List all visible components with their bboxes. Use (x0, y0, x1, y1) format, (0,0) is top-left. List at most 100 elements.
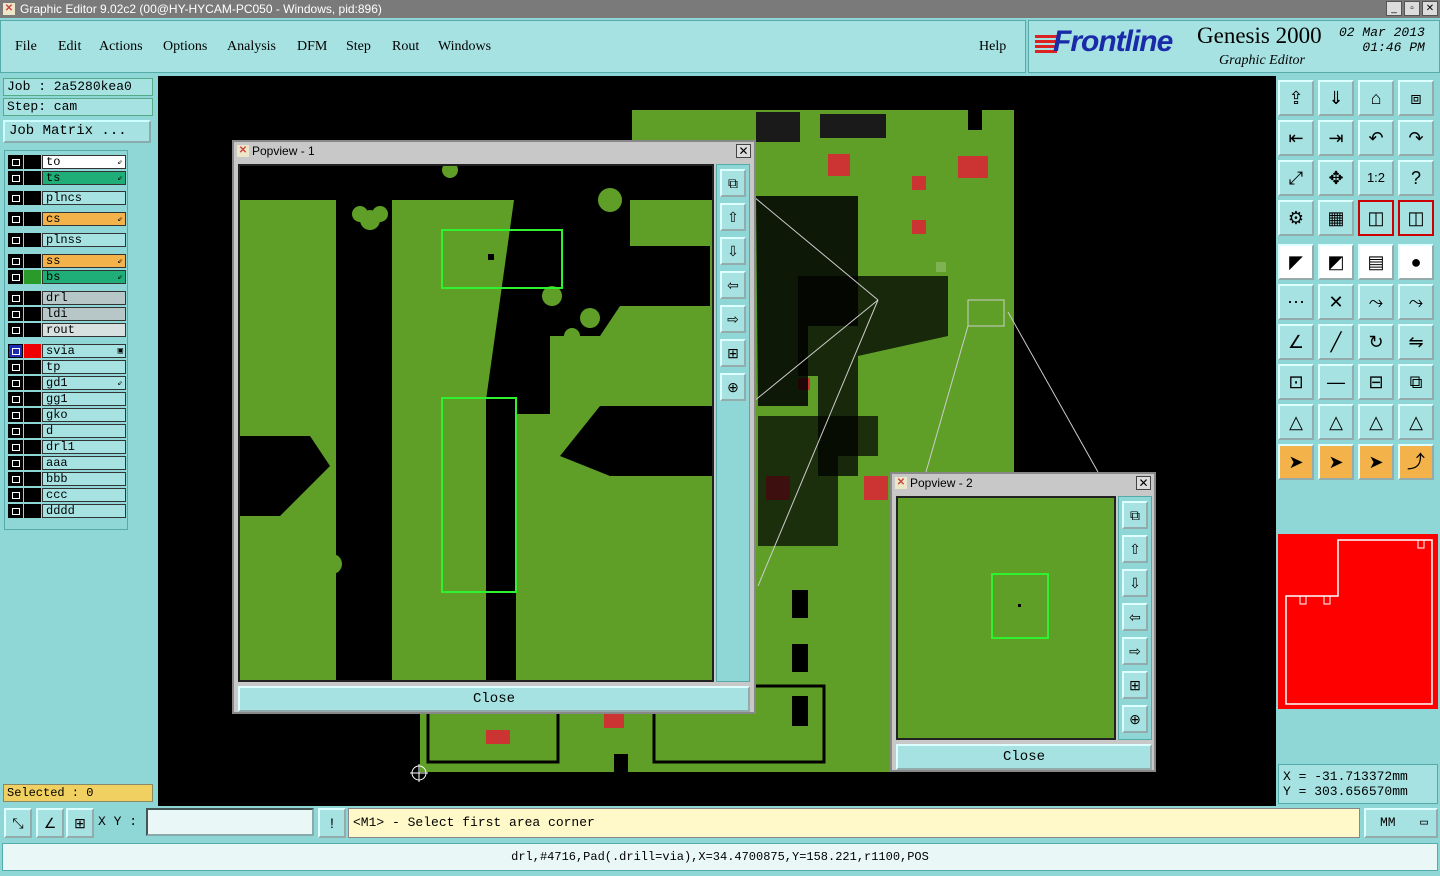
layer-checkbox[interactable] (8, 440, 23, 454)
grid-icon[interactable]: ▦ (1318, 200, 1354, 236)
menu-step[interactable]: Step (346, 39, 371, 55)
popview-zoom-in-icon[interactable]: ⊞ (720, 339, 746, 367)
layer-row-ss[interactable]: ss ⇙ (8, 254, 126, 268)
maximize-button[interactable]: ▫ (1404, 1, 1420, 16)
layer-checkbox[interactable] (8, 270, 23, 284)
grid-snap-icon[interactable]: ⊞ (66, 808, 94, 838)
undo-icon[interactable]: ↶ (1358, 120, 1394, 156)
popview-zoom-out-icon[interactable]: ⊕ (1122, 705, 1148, 733)
popview-pan-right-icon[interactable]: ⇨ (720, 305, 746, 333)
layer-color-swatch[interactable] (24, 155, 41, 169)
popview-pan-up-icon[interactable]: ⇧ (1122, 535, 1148, 563)
layer-row-tp[interactable]: tp (8, 360, 126, 374)
snap-mode-icon[interactable]: ⤡ (4, 808, 32, 838)
layer-color-swatch[interactable] (24, 171, 41, 185)
snap-icon[interactable]: ✕ (1318, 284, 1354, 320)
layer-row-gko[interactable]: gko (8, 408, 126, 422)
layers-icon[interactable]: ◫ (1358, 200, 1394, 236)
minimize-button[interactable]: _ (1386, 1, 1402, 16)
connect-icon[interactable]: ⋯ (1278, 284, 1314, 320)
units-select[interactable]: MM ▭ (1364, 808, 1438, 838)
layer-row-bs[interactable]: bs ⇙ (8, 270, 126, 284)
job-matrix-button[interactable]: Job Matrix ... (3, 120, 151, 143)
add-icon[interactable]: ⤳ (1358, 284, 1394, 320)
layer-checkbox[interactable] (8, 472, 23, 486)
arc-icon[interactable]: ↻ (1358, 324, 1394, 360)
layer-row-svia[interactable]: svia ▣ (8, 344, 126, 358)
layer-checkbox[interactable] (8, 254, 23, 268)
layer-row-plncs[interactable]: plncs (8, 191, 126, 205)
menu-rout[interactable]: Rout (392, 39, 419, 55)
layer-checkbox[interactable] (8, 233, 23, 247)
layer-row-plnss[interactable]: plnss (8, 233, 126, 247)
layer-row-drl[interactable]: drl (8, 291, 126, 305)
layer-color-swatch[interactable] (24, 376, 41, 390)
select-icon[interactable]: ➤ (1278, 444, 1314, 480)
popview-pan-up-icon[interactable]: ⇧ (720, 203, 746, 231)
layer-color-swatch[interactable] (24, 424, 41, 438)
layer-color-swatch[interactable] (24, 504, 41, 518)
layer-color-swatch[interactable] (24, 307, 41, 321)
layer-color-swatch[interactable] (24, 456, 41, 470)
layer-checkbox[interactable] (8, 307, 23, 321)
triangle-alt-icon[interactable]: △ (1318, 404, 1354, 440)
move-icon[interactable]: ⊡ (1278, 364, 1314, 400)
layer-color-swatch[interactable] (24, 254, 41, 268)
layer-row-gd1[interactable]: gd1 ⇙ (8, 376, 126, 390)
layer-row-gg1[interactable]: gg1 (8, 392, 126, 406)
flip-icon[interactable]: ⇋ (1398, 324, 1434, 360)
layer-checkbox[interactable] (8, 392, 23, 406)
layer-row-ldi[interactable]: ldi (8, 307, 126, 321)
measure-icon[interactable]: ⚙ (1278, 200, 1314, 236)
help-icon[interactable]: ? (1398, 160, 1434, 196)
add-alt-icon[interactable]: ⤳ (1398, 284, 1434, 320)
popview-2-close-button[interactable]: Close (896, 744, 1152, 770)
layer-checkbox[interactable] (8, 360, 23, 374)
layer-color-swatch[interactable] (24, 291, 41, 305)
angle-mode-icon[interactable]: ∠ (36, 808, 64, 838)
menu-actions[interactable]: Actions (99, 39, 143, 55)
ruler-icon[interactable]: ▤ (1358, 244, 1394, 280)
layer-color-swatch[interactable] (24, 440, 41, 454)
slash-icon[interactable]: ╱ (1318, 324, 1354, 360)
layer-color-swatch[interactable] (24, 233, 41, 247)
layer-color-swatch[interactable] (24, 323, 41, 337)
redo-icon[interactable]: ↷ (1398, 120, 1434, 156)
layer-checkbox[interactable] (8, 488, 23, 502)
menu-dfm[interactable]: DFM (297, 39, 327, 55)
ratio-icon[interactable]: 1:2 (1358, 160, 1394, 196)
menu-file[interactable]: File (15, 39, 37, 55)
popview-pan-left-icon[interactable]: ⇦ (1122, 603, 1148, 631)
resize-icon[interactable]: ⊟ (1358, 364, 1394, 400)
menu-analysis[interactable]: Analysis (227, 39, 276, 55)
popview-zoom-window-icon[interactable]: ⧉ (720, 169, 746, 197)
layer-row-aaa[interactable]: aaa (8, 456, 126, 470)
board-overview[interactable] (1278, 534, 1438, 709)
close-window-button[interactable]: ✕ (1422, 1, 1438, 16)
triangle-icon[interactable]: △ (1278, 404, 1314, 440)
menu-windows[interactable]: Windows (438, 39, 491, 55)
layer-row-d[interactable]: d (8, 424, 126, 438)
menu-edit[interactable]: Edit (58, 39, 81, 55)
window-icon[interactable]: ⧈ (1398, 80, 1434, 116)
xy-input[interactable] (146, 808, 314, 836)
popview-2-close-icon[interactable]: ✕ (1136, 476, 1151, 490)
layer-row-drl1[interactable]: drl1 (8, 440, 126, 454)
minus-icon[interactable]: — (1318, 364, 1354, 400)
triangle-b-icon[interactable]: △ (1358, 404, 1394, 440)
select-b-icon[interactable]: ➤ (1358, 444, 1394, 480)
route-icon[interactable]: ⤴ (1398, 444, 1434, 480)
layer-checkbox[interactable] (8, 424, 23, 438)
line-icon[interactable]: ◩ (1318, 244, 1354, 280)
layer-checkbox[interactable] (8, 323, 23, 337)
layer-row-ts[interactable]: ts ⇙ (8, 171, 126, 185)
layer-color-swatch[interactable] (24, 488, 41, 502)
popview-1-close-icon[interactable]: ✕ (736, 144, 751, 158)
popview-pan-down-icon[interactable]: ⇩ (720, 237, 746, 265)
layer-checkbox[interactable] (8, 456, 23, 470)
layer-checkbox[interactable] (8, 291, 23, 305)
layer-color-swatch[interactable] (24, 212, 41, 226)
popview-zoom-out-icon[interactable]: ⊕ (720, 373, 746, 401)
layer-checkbox[interactable] (8, 171, 23, 185)
angle-icon[interactable]: ∠ (1278, 324, 1314, 360)
